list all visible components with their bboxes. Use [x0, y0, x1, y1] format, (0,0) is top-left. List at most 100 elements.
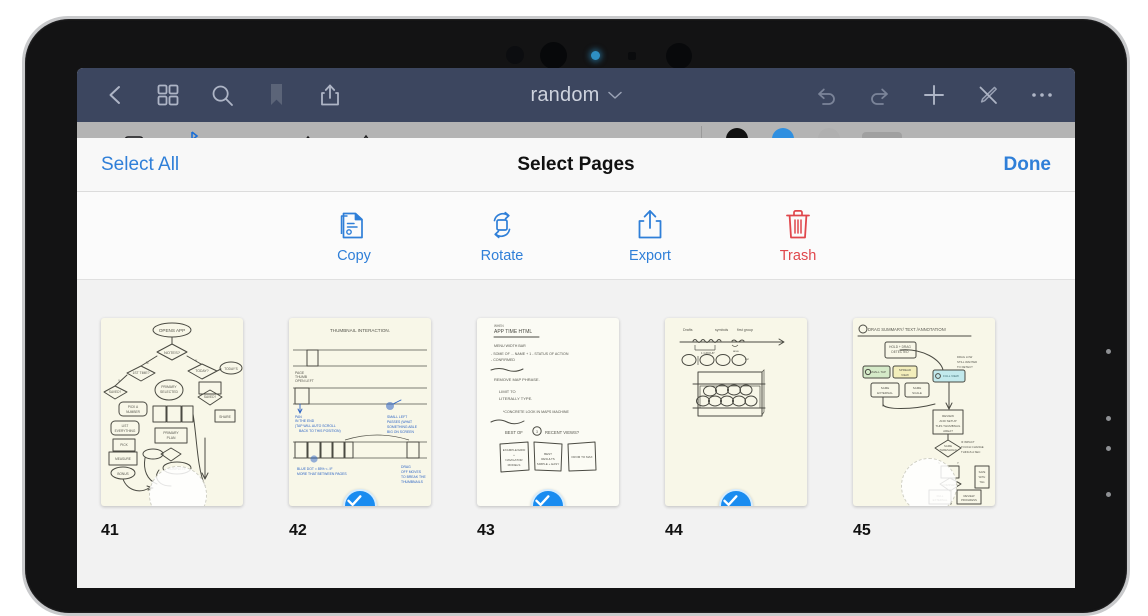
camera-lens-2-icon: [666, 43, 692, 69]
svg-text:3: 3: [536, 430, 538, 434]
thumbnail-interaction-wireframe: THUMBNAIL INTERACTION. PAGE THUMB OPEN L…: [293, 328, 427, 484]
svg-text:REVIEW: REVIEW: [942, 414, 954, 418]
redo-icon: [871, 88, 888, 105]
page-thumbnail-41[interactable]: OPENS APP NOTES? N Y 1ST TIME? TODAY? TO…: [101, 318, 243, 506]
svg-text:DRAG LOW: DRAG LOW: [957, 355, 973, 359]
svg-text:FROM TO MAX: FROM TO MAX: [571, 455, 592, 459]
camera-dot-icon: [506, 46, 524, 64]
svg-text:VIEW: VIEW: [901, 373, 909, 377]
svg-text:NOTES?: NOTES?: [164, 350, 181, 355]
chevron-down-icon[interactable]: [607, 91, 622, 100]
svg-text:APP TIME HTML: APP TIME HTML: [494, 329, 532, 335]
antenna-dot: [1106, 446, 1111, 451]
bookmark-button[interactable]: [253, 68, 299, 122]
disable-pen-button[interactable]: [965, 68, 1011, 122]
eraser-mark: [901, 458, 957, 506]
svg-text:(TAP WILL AUTO SCROLL: (TAP WILL AUTO SCROLL: [295, 424, 336, 428]
svg-text:TODAY?: TODAY?: [195, 369, 208, 373]
svg-text:SAVED?: SAVED?: [109, 390, 122, 394]
copy-document-icon: [340, 212, 363, 239]
page-thumbnail-cell[interactable]: DRAG SUMMARY/ TEXT /ANNOTATION! HOLD + D…: [853, 318, 1041, 540]
chevron-left-icon: [109, 86, 120, 104]
add-page-button[interactable]: [911, 68, 957, 122]
page-thumbnail-42[interactable]: THUMBNAIL INTERACTION. PAGE THUMB OPEN L…: [289, 318, 431, 506]
action-bar: Copy Rotate Export Trash: [77, 192, 1075, 280]
sheet-title: Select Pages: [517, 153, 635, 175]
page-thumbnail-cell[interactable]: OPENS APP NOTES? N Y 1ST TIME? TODAY? TO…: [101, 318, 289, 540]
ellipsis-icon: [1032, 93, 1052, 97]
svg-text:PRIMARY: PRIMARY: [163, 431, 179, 435]
export-action-button[interactable]: Export: [576, 207, 724, 264]
svg-text:EXTERNAL: EXTERNAL: [877, 391, 893, 395]
trash-action-label: Trash: [779, 248, 817, 264]
copy-action-label: Copy: [337, 248, 371, 264]
export-share-icon: [638, 210, 662, 239]
svg-text:SAVED?: SAVED?: [204, 395, 217, 399]
svg-text:TO BREAK THE: TO BREAK THE: [401, 475, 426, 479]
svg-text:BONUS: BONUS: [117, 472, 128, 476]
share-icon: [321, 84, 339, 106]
svg-text:SPREAD: SPREAD: [899, 368, 912, 372]
page-title[interactable]: random: [530, 84, 599, 107]
copy-action-button[interactable]: Copy: [280, 207, 428, 264]
trash-action-button[interactable]: Trash: [724, 207, 872, 264]
svg-text:REMOVE MAP PHRASE.: REMOVE MAP PHRASE.: [494, 377, 540, 382]
svg-text:IN THE END: IN THE END: [295, 419, 315, 423]
indicator-light: [591, 51, 600, 60]
svg-text:+: +: [513, 453, 515, 457]
svg-text:etc: etc: [745, 357, 750, 361]
svg-text:*CONCRETE LOOK IN MAPS MACHINE: *CONCRETE LOOK IN MAPS MACHINE: [503, 410, 569, 414]
svg-text:WITH: WITH: [979, 475, 986, 479]
svg-text:THRESHOLD: THRESHOLD: [939, 448, 956, 452]
plus-icon: [924, 85, 944, 105]
svg-text:THUMBNAILS: THUMBNAILS: [401, 480, 424, 484]
svg-text:BEST: BEST: [544, 452, 552, 456]
svg-text:TODAY'S: TODAY'S: [224, 367, 237, 371]
page-thumbnail-cell[interactable]: THUMBNAIL INTERACTION. PAGE THUMB OPEN L…: [289, 318, 477, 540]
checkmark-icon: [535, 495, 550, 506]
sensor-square-icon: [628, 52, 636, 60]
page-number-label: 43: [477, 522, 495, 539]
svg-text:SCALE: SCALE: [912, 391, 922, 395]
rotate-icon: [493, 211, 511, 239]
svg-text:RESULTS: RESULTS: [541, 457, 555, 461]
svg-text:THIS THUMBNAIL: THIS THUMBNAIL: [936, 424, 961, 428]
svg-text:PROGRESS: PROGRESS: [961, 498, 977, 502]
svg-text:SAME: SAME: [913, 386, 922, 390]
svg-text:PASSES (WHAT: PASSES (WHAT: [387, 420, 412, 424]
page-thumbnail-45[interactable]: DRAG SUMMARY/ TEXT /ANNOTATION! HOLD + D…: [853, 318, 995, 506]
page-number-label: 44: [665, 522, 683, 539]
back-button[interactable]: [91, 68, 137, 122]
svg-text:TOUCH CHANGE: TOUCH CHANGE: [961, 445, 984, 449]
svg-text:DRAG SUMMARY/ TEXT /ANNOTATION: DRAG SUMMARY/ TEXT /ANNOTATION!: [868, 327, 946, 332]
svg-text:SELECTED: SELECTED: [160, 390, 178, 394]
svg-text:SOMETHING ABLE: SOMETHING ABLE: [387, 425, 418, 429]
more-options-button[interactable]: [1019, 68, 1065, 122]
search-button[interactable]: [199, 68, 245, 122]
antenna-dot: [1106, 492, 1111, 497]
bookmark-icon: [270, 84, 282, 105]
svg-text:NAVIGATOR: NAVIGATOR: [505, 458, 523, 462]
page-thumbnail-44[interactable]: Drafts symbols first group 1 GROUP area: [665, 318, 807, 506]
grid-view-button[interactable]: [145, 68, 191, 122]
rotate-action-button[interactable]: Rotate: [428, 207, 576, 264]
page-thumbnail-43[interactable]: WHEN APP TIME HTML MENU WIDTH BAR - SOME…: [477, 318, 619, 506]
svg-text:PICK A: PICK A: [128, 405, 139, 409]
grid-icon: [157, 84, 179, 106]
svg-text:AND SETUP: AND SETUP: [939, 419, 956, 423]
svg-text:BIG ON SCREEN: BIG ON SCREEN: [387, 430, 414, 434]
checkmark-icon: [347, 495, 362, 506]
share-button[interactable]: [307, 68, 353, 122]
redo-button[interactable]: [857, 68, 903, 122]
handwritten-notes-with-cards: WHEN APP TIME HTML MENU WIDTH BAR - SOME…: [490, 324, 597, 473]
svg-text:OFF MOVES: OFF MOVES: [401, 470, 422, 474]
svg-text:FULL VIEW: FULL VIEW: [943, 374, 959, 378]
page-thumbnail-cell[interactable]: Drafts symbols first group 1 GROUP area: [665, 318, 853, 540]
undo-button[interactable]: [803, 68, 849, 122]
page-thumbnail-cell[interactable]: WHEN APP TIME HTML MENU WIDTH BAR - SOME…: [477, 318, 665, 540]
timeline-with-circles: Drafts symbols first group 1 GROUP area: [679, 328, 785, 417]
svg-text:HOLD + DRAG: HOLD + DRAG: [889, 345, 911, 349]
antenna-dot: [1106, 416, 1111, 421]
svg-text:SIMPLE + EASY: SIMPLE + EASY: [537, 462, 559, 466]
svg-text:- SOME OF ... NAME + 1 - STATU: - SOME OF ... NAME + 1 - STATUS OF ACTIO…: [491, 352, 569, 356]
